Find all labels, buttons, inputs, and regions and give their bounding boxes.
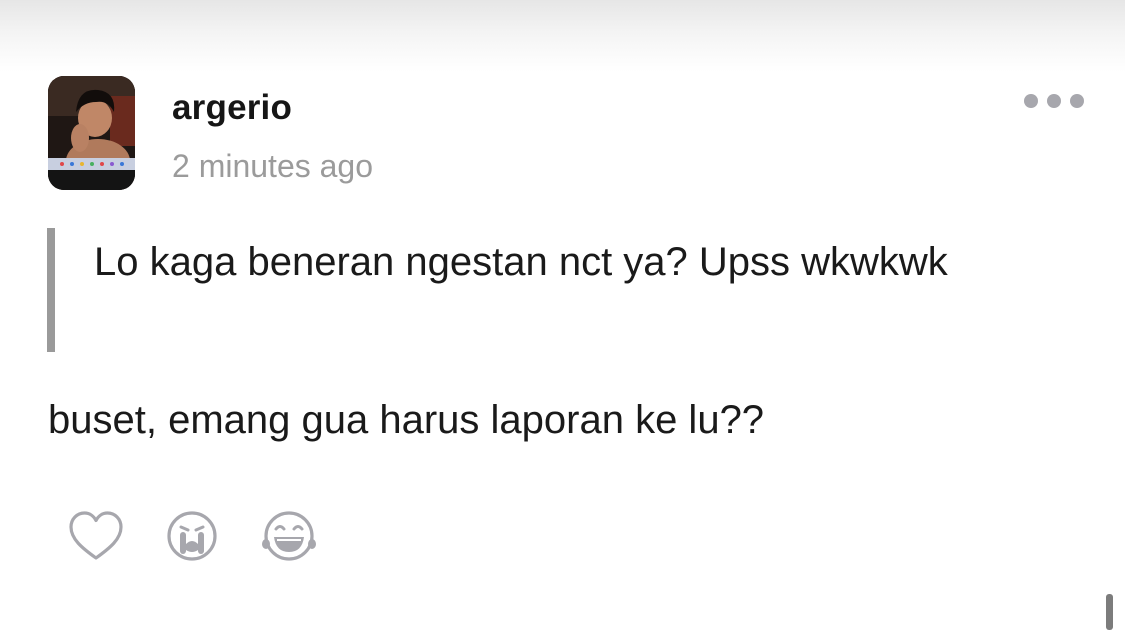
post-screen: argerio 2 minutes ago Lo kaga beneran ng… (0, 0, 1125, 630)
more-dots-icon (1024, 94, 1038, 108)
heart-icon (69, 511, 123, 560)
laugh-reaction-button[interactable] (260, 508, 320, 568)
reply-text: buset, emang gua harus laporan ke lu?? (48, 398, 765, 442)
quote-bar (47, 228, 55, 352)
like-button[interactable] (66, 508, 126, 568)
avatar[interactable] (48, 76, 135, 190)
quoted-text: Lo kaga beneran ngestan nct ya? Upss wkw… (94, 240, 948, 284)
more-dots-icon (1047, 94, 1061, 108)
crying-face-icon (167, 511, 217, 561)
more-options-button[interactable] (1024, 88, 1084, 114)
username[interactable]: argerio (172, 86, 292, 130)
laughing-face-icon (262, 511, 316, 561)
more-dots-icon (1070, 94, 1084, 108)
cry-reaction-button[interactable] (164, 508, 224, 568)
top-shadow (0, 0, 1125, 72)
quoted-message: Lo kaga beneran ngestan nct ya? Upss wkw… (47, 228, 1047, 352)
scroll-indicator[interactable] (1106, 594, 1113, 630)
post-timestamp: 2 minutes ago (172, 148, 374, 184)
